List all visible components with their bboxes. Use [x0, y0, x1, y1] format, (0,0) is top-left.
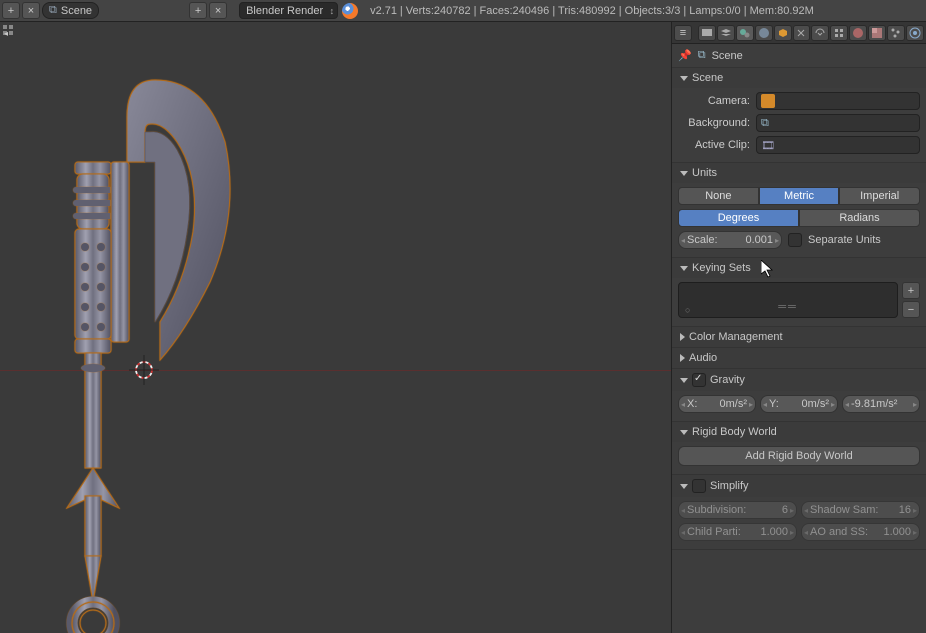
- scene-add-button[interactable]: +: [189, 2, 207, 19]
- gravity-header[interactable]: Gravity: [672, 369, 926, 391]
- clip-browse-icon: 🎞: [761, 139, 775, 152]
- ao-sss-field[interactable]: ◂AO and SS:1.000▸: [801, 523, 920, 541]
- units-panel-header[interactable]: Units: [672, 163, 926, 183]
- gravity-z-field[interactable]: ◂-9.81m/s²▸: [842, 395, 920, 413]
- header-stats: v2.71 | Verts:240782 | Faces:240496 | Tr…: [370, 5, 814, 17]
- blender-logo-icon: [342, 3, 358, 19]
- units-panel: Units None Metric Imperial Degrees Radia…: [672, 163, 926, 258]
- version-text: v2.71: [370, 5, 397, 17]
- add-area-button[interactable]: +: [2, 2, 20, 19]
- tab-menu-button[interactable]: ≡: [674, 25, 692, 41]
- constraints-tab[interactable]: [793, 25, 811, 41]
- particles-tab[interactable]: [887, 25, 905, 41]
- camera-icon: [761, 94, 775, 108]
- rigid-body-header[interactable]: Rigid Body World: [672, 422, 926, 442]
- unit-scale-field[interactable]: ◂Scale:0.001▸: [678, 231, 782, 249]
- audio-header[interactable]: Audio: [672, 348, 926, 368]
- modifiers-tab[interactable]: [811, 25, 829, 41]
- units-metric-button[interactable]: Metric: [759, 187, 840, 205]
- layers-tab[interactable]: [717, 25, 735, 41]
- keying-sets-list[interactable]: ○ ══: [678, 282, 898, 318]
- breadcrumb-label: Scene: [712, 50, 743, 62]
- property-tabs: ≡: [672, 22, 926, 44]
- gravity-y-field[interactable]: ◂Y:0m/s²▸: [760, 395, 838, 413]
- separate-units-checkbox[interactable]: [788, 233, 802, 247]
- scene-browse-icon: ⧉: [761, 117, 769, 130]
- unit-system-segment: None Metric Imperial: [678, 187, 920, 205]
- units-none-button[interactable]: None: [678, 187, 759, 205]
- world-tab[interactable]: [755, 25, 773, 41]
- render-tab[interactable]: [698, 25, 716, 41]
- subdivision-field[interactable]: ◂Subdivision:6▸: [678, 501, 797, 519]
- angle-system-segment: Degrees Radians: [678, 209, 920, 227]
- datablock-breadcrumb: 📌 ⧉ Scene: [672, 44, 926, 68]
- scene-tab[interactable]: [736, 25, 754, 41]
- simplify-panel: Simplify ◂Subdivision:6▸ ◂Shadow Sam:16▸…: [672, 475, 926, 550]
- 3d-viewport[interactable]: [0, 22, 671, 633]
- renderer-dropdown[interactable]: Blender Render: [239, 2, 338, 19]
- physics-tab[interactable]: [906, 25, 924, 41]
- add-rigid-body-button[interactable]: Add Rigid Body World: [678, 446, 920, 466]
- camera-field[interactable]: [756, 92, 920, 110]
- gravity-x-field[interactable]: ◂X:0m/s²▸: [678, 395, 756, 413]
- active-clip-label: Active Clip:: [678, 139, 750, 151]
- scene-panel: Scene Camera: Background: ⧉ Active Clip: 🎞: [672, 68, 926, 163]
- scene-delete-button[interactable]: ×: [209, 2, 227, 19]
- top-header: + × ⧉ Scene + × Blender Render v2.71 | V…: [0, 0, 926, 22]
- background-label: Background:: [678, 117, 750, 129]
- color-management-panel: Color Management: [672, 327, 926, 348]
- texture-tab[interactable]: [868, 25, 886, 41]
- units-radians-button[interactable]: Radians: [799, 209, 920, 227]
- active-clip-field[interactable]: 🎞: [756, 136, 920, 154]
- stats-text: Verts:240782 | Faces:240496 | Tris:48099…: [406, 5, 814, 17]
- gravity-panel: Gravity ◂X:0m/s²▸ ◂Y:0m/s²▸ ◂-9.81m/s²▸: [672, 369, 926, 422]
- renderer-label: Blender Render: [246, 5, 323, 17]
- material-tab[interactable]: [849, 25, 867, 41]
- simplify-checkbox[interactable]: [692, 479, 706, 493]
- units-imperial-button[interactable]: Imperial: [839, 187, 920, 205]
- axe-mesh[interactable]: [55, 72, 255, 633]
- object-tab[interactable]: [774, 25, 792, 41]
- keying-remove-button[interactable]: −: [902, 301, 920, 318]
- scene-dropdown-label: Scene: [61, 5, 92, 17]
- simplify-header[interactable]: Simplify: [672, 475, 926, 497]
- keying-sets-header[interactable]: Keying Sets: [672, 258, 926, 278]
- properties-panel: ≡ ◂ 📌 ⧉ Scene Scene Camera: Backgr: [671, 22, 926, 633]
- audio-panel: Audio: [672, 348, 926, 369]
- shadow-samples-field[interactable]: ◂Shadow Sam:16▸: [801, 501, 920, 519]
- scene-dropdown[interactable]: ⧉ Scene: [42, 2, 99, 19]
- separate-units-label: Separate Units: [808, 234, 881, 246]
- gravity-checkbox[interactable]: [692, 373, 706, 387]
- rigid-body-panel: Rigid Body World Add Rigid Body World: [672, 422, 926, 475]
- keying-add-button[interactable]: +: [902, 282, 920, 299]
- scene-icon: ⧉: [49, 4, 57, 17]
- color-management-header[interactable]: Color Management: [672, 327, 926, 347]
- scene-data-icon: ⧉: [698, 49, 706, 62]
- child-particles-field[interactable]: ◂Child Parti:1.000▸: [678, 523, 797, 541]
- scene-panel-header[interactable]: Scene: [672, 68, 926, 88]
- data-tab[interactable]: [830, 25, 848, 41]
- keying-sets-panel: Keying Sets ○ ══ + −: [672, 258, 926, 327]
- background-field[interactable]: ⧉: [756, 114, 920, 132]
- camera-label: Camera:: [678, 95, 750, 107]
- pin-icon[interactable]: 📌: [678, 49, 692, 62]
- close-area-button[interactable]: ×: [22, 2, 40, 19]
- units-degrees-button[interactable]: Degrees: [678, 209, 799, 227]
